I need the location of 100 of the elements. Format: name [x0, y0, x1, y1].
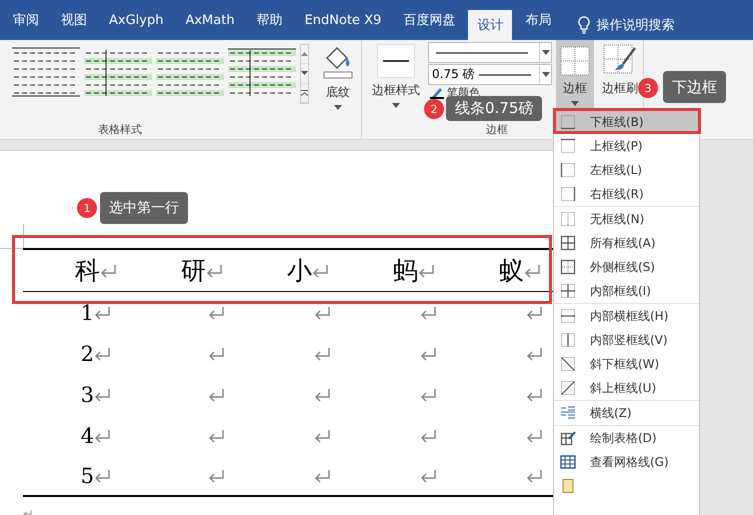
menu-item[interactable]: 内部竖框线(V)	[554, 328, 699, 352]
borders-button[interactable]: 边框	[556, 40, 594, 108]
ribbon-tab[interactable]: AxMath	[176, 5, 244, 35]
menu-item[interactable]: 左框线(L)	[554, 158, 699, 182]
ribbon-tab[interactable]: 审阅	[4, 5, 48, 35]
menu-item[interactable]: 右框线(R)	[554, 182, 699, 206]
menu-item[interactable]: 斜上框线(U)	[554, 376, 699, 400]
ribbon-tab[interactable]: 帮助	[248, 5, 292, 35]
border-styles-button[interactable]: 边框样式	[368, 42, 424, 110]
paragraph-mark-icon	[526, 306, 543, 320]
border-icon	[560, 211, 576, 227]
scroll-up-icon	[301, 52, 308, 56]
border-grid-icon	[560, 46, 590, 76]
border-brush-icon	[603, 44, 637, 76]
border-icon	[560, 235, 576, 251]
table-cell: 1	[80, 300, 94, 324]
paragraph-mark-icon	[418, 264, 435, 278]
paragraph-mark-icon	[526, 428, 543, 442]
caret-icon	[542, 72, 550, 77]
pencil-table-icon	[560, 430, 576, 446]
page-icon	[560, 478, 576, 494]
paragraph-mark-icon	[314, 388, 331, 402]
table-cell-text: 科	[75, 255, 100, 287]
caret-icon	[571, 101, 579, 106]
ribbon-tab[interactable]: 百度网盘	[394, 5, 464, 35]
table-cell-text: 蚂	[393, 255, 418, 287]
border-icon	[560, 380, 576, 396]
group-label: 表格样式	[97, 123, 143, 137]
table-cell-text: 蚁	[499, 255, 524, 287]
table-cell-text: 小	[287, 255, 312, 287]
paragraph-mark-icon	[94, 468, 111, 482]
table-cell: 4	[80, 424, 94, 448]
line-weight-icon	[478, 72, 531, 76]
menu-item[interactable]: 内部横框线(H)	[554, 304, 699, 328]
paragraph-mark-icon	[420, 306, 437, 320]
paragraph-mark-icon	[526, 346, 543, 360]
caret-icon	[334, 105, 342, 110]
shading-button[interactable]: 底纹	[319, 42, 357, 112]
menu-item[interactable]: 内部框线(I)	[554, 279, 699, 303]
paragraph-mark-icon	[314, 428, 331, 442]
ribbon-tab[interactable]: AxGlyph	[100, 5, 172, 35]
paragraph-mark-icon	[420, 346, 437, 360]
border-icon	[560, 186, 576, 202]
more-icon	[301, 90, 308, 96]
border-icon	[560, 283, 576, 299]
paragraph-mark-icon	[208, 468, 225, 482]
paragraph-mark-icon	[94, 428, 111, 442]
lightbulb-icon	[578, 16, 590, 34]
group-label: 边框	[485, 123, 509, 137]
horizontal-line-icon	[560, 405, 576, 421]
paragraph-mark-icon	[208, 388, 225, 402]
line-weight-dropdown[interactable]: 0.75 磅	[428, 64, 552, 85]
table-style-thumbnail[interactable]	[228, 46, 296, 98]
scroll-down-icon	[301, 71, 308, 76]
menu-item[interactable]: 外侧框线(S)	[554, 255, 699, 279]
menu-item[interactable]: 横线(Z)	[554, 401, 699, 425]
border-icon	[560, 162, 576, 178]
paragraph-mark-icon	[314, 346, 331, 360]
text-boundary-mark	[0, 224, 24, 249]
ribbon-tab[interactable]: EndNote X9	[296, 5, 390, 35]
paragraph-mark-icon	[420, 468, 437, 482]
paragraph-mark-icon	[526, 468, 543, 482]
border-icon	[560, 114, 576, 130]
paragraph-mark-icon	[94, 306, 111, 320]
menu-item[interactable]: 上框线(P)	[554, 134, 699, 158]
line-style-dropdown[interactable]	[428, 42, 552, 63]
paragraph-mark-icon	[314, 468, 331, 482]
table-cell: 5	[80, 464, 94, 488]
ribbon-tab[interactable]: 布局	[516, 5, 560, 35]
menu-item[interactable]: 查看网格线(G)	[554, 450, 699, 474]
gallery-scrollbar[interactable]	[300, 44, 309, 104]
paragraph-mark-icon	[94, 388, 111, 402]
caret-icon	[392, 103, 400, 108]
menu-item[interactable]: 所有框线(A)	[554, 231, 699, 255]
ribbon-tab[interactable]: 设计	[468, 10, 512, 40]
menu-item[interactable]: 绘制表格(D)	[554, 426, 699, 450]
table-cell-text: 研	[181, 255, 206, 287]
paragraph-mark-icon	[420, 388, 437, 402]
paragraph-mark-icon	[208, 428, 225, 442]
ribbon-tab[interactable]: 视图	[52, 5, 96, 35]
border-icon	[560, 259, 576, 275]
table-cell: 2	[80, 342, 94, 366]
paragraph-mark-icon	[526, 388, 543, 402]
paragraph-mark-icon	[312, 264, 329, 278]
menu-item[interactable]: 斜下框线(W)	[554, 352, 699, 376]
table-style-thumbnail[interactable]	[12, 46, 80, 98]
paragraph-mark-icon	[524, 264, 541, 278]
border-icon	[560, 356, 576, 372]
paragraph-mark-icon	[314, 306, 331, 320]
caret-icon	[542, 50, 550, 55]
paragraph-mark-icon	[206, 264, 223, 278]
search-label[interactable]: 操作说明搜索	[596, 16, 674, 34]
border-icon	[560, 308, 576, 324]
menu-item[interactable]: 无框线(N)	[554, 207, 699, 231]
callout-tooltip: 线条0.75磅	[446, 96, 542, 121]
table-cell: 3	[80, 382, 94, 406]
pen-icon	[430, 85, 444, 99]
grid-icon	[560, 454, 576, 470]
paragraph-mark-icon	[94, 346, 111, 360]
paragraph-mark-icon	[208, 346, 225, 360]
